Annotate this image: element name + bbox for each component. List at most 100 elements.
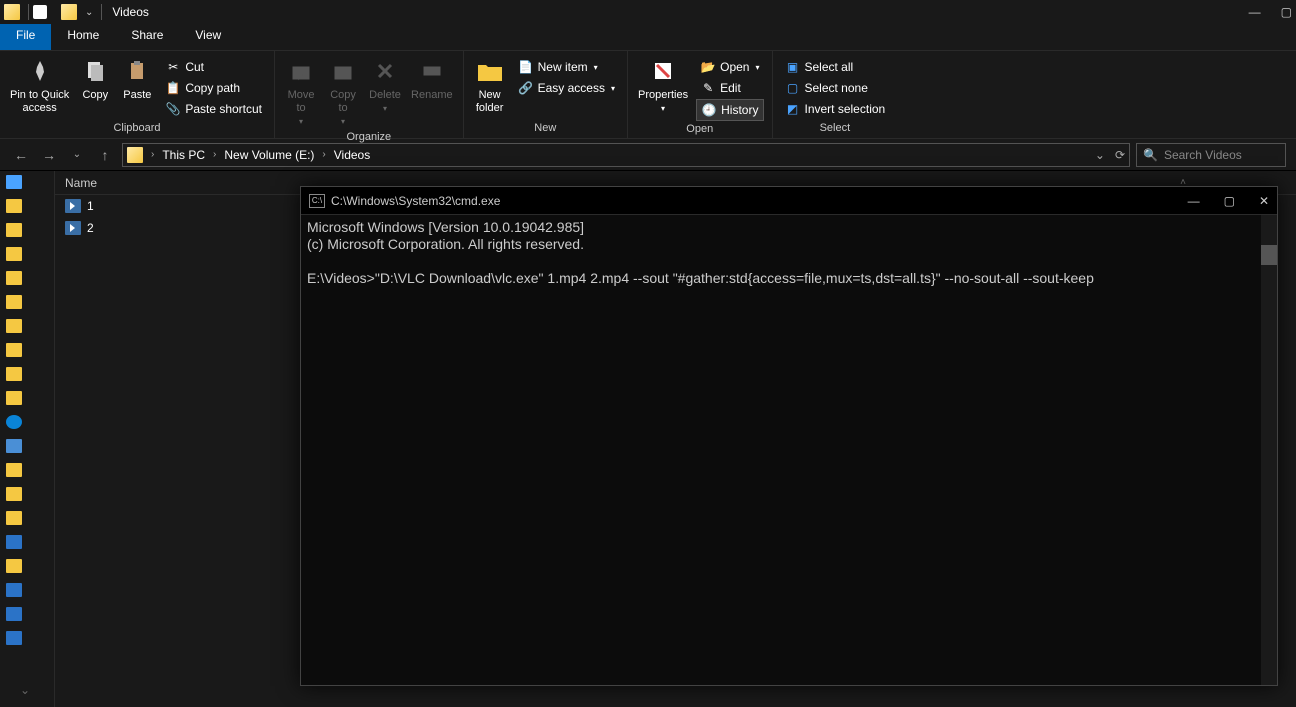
chevron-right-icon[interactable]: › <box>151 149 154 160</box>
search-placeholder: Search Videos <box>1164 148 1242 162</box>
group-label-clipboard: Clipboard <box>113 120 160 136</box>
qat-caret-icon[interactable]: ⌄ <box>85 7 93 18</box>
group-clipboard: Pin to Quick access Copy Paste ✂ Cut <box>0 51 275 138</box>
folder-icon[interactable] <box>6 487 22 501</box>
easy-access-icon: 🔗 <box>518 80 534 96</box>
paste-icon <box>121 55 153 87</box>
drive-icon[interactable] <box>6 607 22 621</box>
breadcrumb-volume[interactable]: New Volume (E:) <box>224 148 314 162</box>
cmd-scroll-thumb[interactable] <box>1261 245 1277 265</box>
drive-icon[interactable] <box>6 583 22 597</box>
quick-access-icon[interactable] <box>6 175 22 189</box>
video-file-icon <box>65 221 81 235</box>
video-file-icon <box>65 199 81 213</box>
breadcrumb-bar[interactable]: › This PC › New Volume (E:) › Videos ⌄ ⟳ <box>122 143 1130 167</box>
cmd-titlebar[interactable]: C:\ C:\Windows\System32\cmd.exe — ▢ ✕ <box>301 187 1277 215</box>
cmd-output[interactable]: Microsoft Windows [Version 10.0.19042.98… <box>301 215 1277 685</box>
copy-path-icon: 📋 <box>165 80 181 96</box>
copy-path-button[interactable]: 📋 Copy path <box>161 78 266 98</box>
folder-icon[interactable] <box>6 295 22 309</box>
select-none-button[interactable]: ▢ Select none <box>781 78 890 98</box>
drive-icon[interactable] <box>6 535 22 549</box>
folder-icon <box>61 4 77 20</box>
delete-button[interactable]: Delete ▾ <box>367 53 403 116</box>
group-open: Properties ▾ 📂 Open ▾ ✎ Edit 🕘 History <box>628 51 773 138</box>
folder-icon[interactable] <box>6 343 22 357</box>
back-button[interactable]: ← <box>10 144 32 166</box>
properties-button[interactable]: Properties ▾ <box>636 53 690 116</box>
tab-home[interactable]: Home <box>51 24 115 50</box>
search-icon: 🔍 <box>1143 148 1158 162</box>
search-box[interactable]: 🔍 Search Videos <box>1136 143 1286 167</box>
caret-down-icon: ▾ <box>611 84 615 93</box>
breadcrumb-this-pc[interactable]: This PC <box>162 148 205 162</box>
tab-share[interactable]: Share <box>115 24 179 50</box>
minimize-button[interactable]: — <box>1249 5 1261 19</box>
cut-button[interactable]: ✂ Cut <box>161 57 266 77</box>
edit-button[interactable]: ✎ Edit <box>696 78 763 98</box>
caret-down-icon: ▾ <box>594 63 598 72</box>
move-to-button[interactable]: Move to ▾ <box>283 53 319 129</box>
new-folder-button[interactable]: New folder <box>472 53 508 117</box>
folder-icon[interactable] <box>6 511 22 525</box>
new-item-button[interactable]: 📄 New item ▾ <box>514 57 619 77</box>
folder-icon[interactable] <box>6 367 22 381</box>
history-button[interactable]: 🕘 History <box>696 99 763 121</box>
drive-icon[interactable] <box>6 631 22 645</box>
chevron-right-icon[interactable]: › <box>213 149 216 160</box>
qat-save-icon[interactable] <box>33 5 47 19</box>
rename-button[interactable]: Rename <box>409 53 455 104</box>
navigation-pane[interactable]: ⌄ <box>0 171 55 707</box>
this-pc-icon[interactable] <box>6 439 22 453</box>
copy-to-button[interactable]: Copy to ▾ <box>325 53 361 129</box>
copy-button[interactable]: Copy <box>77 53 113 104</box>
tab-view[interactable]: View <box>179 24 237 50</box>
group-organize: Move to ▾ Copy to ▾ Delete ▾ <box>275 51 464 138</box>
easy-access-button[interactable]: 🔗 Easy access ▾ <box>514 78 619 98</box>
folder-icon[interactable] <box>6 319 22 333</box>
recent-locations-button[interactable]: ⌄ <box>66 144 88 166</box>
refresh-button[interactable]: ⟳ <box>1115 148 1125 162</box>
tab-file[interactable]: File <box>0 24 51 50</box>
folder-icon[interactable] <box>6 199 22 213</box>
folder-icon[interactable] <box>6 271 22 285</box>
caret-down-icon: ▾ <box>755 63 759 72</box>
forward-button[interactable]: → <box>38 144 60 166</box>
pin-to-quick-access-button[interactable]: Pin to Quick access <box>8 53 71 117</box>
file-name: 1 <box>87 199 94 213</box>
explorer-titlebar: ⌄ Videos — ▢ <box>0 0 1296 24</box>
cmd-window[interactable]: C:\ C:\Windows\System32\cmd.exe — ▢ ✕ Mi… <box>300 186 1278 686</box>
folder-icon[interactable] <box>6 247 22 261</box>
move-to-icon <box>285 55 317 87</box>
paste-shortcut-button[interactable]: 📎 Paste shortcut <box>161 99 266 119</box>
new-item-icon: 📄 <box>518 59 534 75</box>
scissors-icon: ✂ <box>165 59 181 75</box>
open-button[interactable]: 📂 Open ▾ <box>696 57 763 77</box>
up-button[interactable]: ↑ <box>94 144 116 166</box>
cmd-minimize-button[interactable]: — <box>1188 194 1200 208</box>
select-all-button[interactable]: ▣ Select all <box>781 57 890 77</box>
folder-icon[interactable] <box>6 559 22 573</box>
folder-icon[interactable] <box>6 391 22 405</box>
copy-icon <box>79 55 111 87</box>
invert-selection-icon: ◩ <box>785 101 801 117</box>
folder-icon[interactable] <box>6 223 22 237</box>
breadcrumb-videos[interactable]: Videos <box>334 148 370 162</box>
scroll-down-icon[interactable]: ⌄ <box>20 683 30 697</box>
column-name[interactable]: Name <box>65 176 185 190</box>
cmd-scrollbar[interactable] <box>1261 215 1277 685</box>
window-title: Videos <box>112 5 148 19</box>
cmd-icon: C:\ <box>309 194 325 208</box>
maximize-button[interactable]: ▢ <box>1281 5 1292 19</box>
group-label-open: Open <box>686 121 713 137</box>
chevron-right-icon[interactable]: › <box>322 149 325 160</box>
cmd-maximize-button[interactable]: ▢ <box>1224 194 1235 208</box>
address-dropdown-button[interactable]: ⌄ <box>1095 148 1105 162</box>
invert-selection-button[interactable]: ◩ Invert selection <box>781 99 890 119</box>
open-icon: 📂 <box>700 59 716 75</box>
onedrive-icon[interactable] <box>6 415 22 429</box>
folder-icon[interactable] <box>6 463 22 477</box>
cmd-close-button[interactable]: ✕ <box>1259 194 1269 208</box>
cmd-window-title: C:\Windows\System32\cmd.exe <box>331 194 500 208</box>
paste-button[interactable]: Paste <box>119 53 155 104</box>
